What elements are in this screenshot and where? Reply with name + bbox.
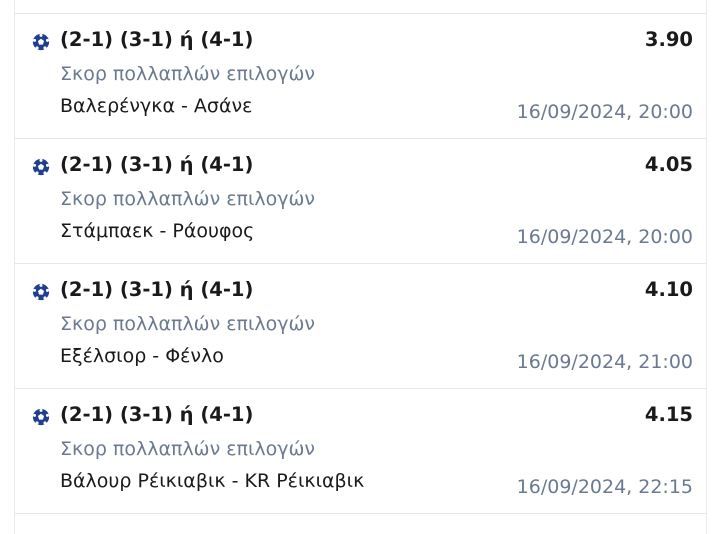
bet-match: Βάλουρ Ρέικιαβικ - KR Ρέικιαβικ — [60, 470, 365, 492]
bet-market: Σκορ πολλαπλών επιλογών — [60, 188, 316, 210]
bet-selection: (2-1) (3-1) ή (4-1) — [60, 403, 254, 426]
bet-market: Σκορ πολλαπλών επιλογών — [60, 63, 316, 85]
soccer-ball-icon — [32, 283, 50, 301]
soccer-ball-icon — [32, 33, 50, 51]
bet-match: Στάμπαεκ - Ράουφος — [60, 220, 255, 242]
bet-row[interactable]: (2-1) (3-1) ή (4-1) 4.15 Σκορ πολλαπλών … — [15, 389, 706, 514]
bet-row[interactable]: (2-1) (3-1) ή (4-1) 3.90 Σκορ πολλαπλών … — [15, 14, 706, 139]
bet-match: Εξέλσιορ - Φένλο — [60, 345, 224, 367]
bet-selection: (2-1) (3-1) ή (4-1) — [60, 28, 254, 51]
bet-odds: 3.90 — [644, 28, 693, 51]
bet-date: 16/09/2024, 20:00 — [516, 226, 693, 248]
bet-match: Βαλερένγκα - Ασάνε — [60, 95, 253, 117]
bet-market: Σκορ πολλαπλών επιλογών — [60, 313, 316, 335]
bet-date: 16/09/2024, 21:00 — [516, 351, 693, 373]
bet-odds: 4.05 — [644, 153, 693, 176]
bet-list: (2-1) (3-1) ή (4-1) 3.90 Σκορ πολλαπλών … — [14, 0, 707, 534]
soccer-ball-icon — [32, 408, 50, 426]
soccer-ball-icon — [32, 158, 50, 176]
bet-market: Σκορ πολλαπλών επιλογών — [60, 438, 316, 460]
bet-row[interactable]: (2-1) (3-1) ή (4-1) 4.10 Σκορ πολλαπλών … — [15, 264, 706, 389]
bet-selection: (2-1) (3-1) ή (4-1) — [60, 153, 254, 176]
bet-date: 16/09/2024, 20:00 — [516, 101, 693, 123]
bet-selection: (2-1) (3-1) ή (4-1) — [60, 278, 254, 301]
bet-odds: 4.10 — [644, 278, 693, 301]
bet-date: 16/09/2024, 22:15 — [516, 476, 693, 498]
bet-odds: 4.15 — [644, 403, 693, 426]
bet-row[interactable]: (2-1) (3-1) ή (4-1) 4.05 Σκορ πολλαπλών … — [15, 139, 706, 264]
